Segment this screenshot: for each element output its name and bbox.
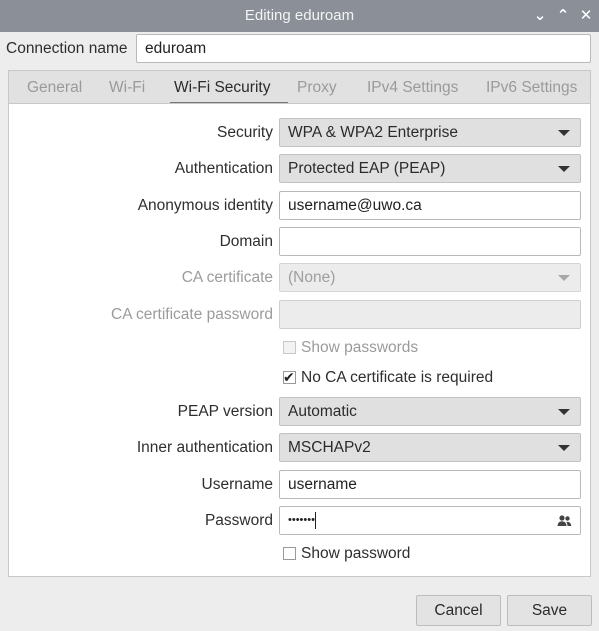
domain-input[interactable] [279,227,581,256]
connection-name-input[interactable]: eduroam [136,34,591,63]
title-bar: Editing eduroam ⌄ ⌃ ✕ [0,0,599,32]
peap-version-label: PEAP version [177,403,273,420]
text-cursor [314,511,316,529]
minimize-icon[interactable]: ⌄ [530,6,550,26]
ca-certificate-label: CA certificate [181,269,273,286]
authentication-label: Authentication [174,160,273,177]
inner-authentication-select[interactable]: MSCHAPv2 [279,433,581,462]
domain-label: Domain [219,233,273,250]
dropdown-arrow-icon [558,130,570,136]
show-passwords-label: Show passwords [301,339,419,356]
ca-certificate-password-input [279,300,581,329]
security-value: WPA & WPA2 Enterprise [288,124,458,141]
no-ca-required-label[interactable]: No CA certificate is required [301,369,493,387]
security-label: Security [217,124,273,141]
peap-version-select[interactable]: Automatic [279,397,581,426]
close-icon[interactable]: ✕ [576,6,596,26]
dropdown-arrow-icon [558,166,570,172]
no-ca-required-checkbox[interactable]: ✔ [283,369,296,385]
anonymous-identity-label: Anonymous identity [137,197,273,214]
tab-wifi-security[interactable]: Wi-Fi Security [174,79,270,97]
tab-bar: General Wi-Fi Wi-Fi Security Proxy IPv4 … [8,70,591,104]
security-select[interactable]: WPA & WPA2 Enterprise [279,118,581,147]
password-value: ••••••• [288,514,315,526]
anonymous-identity-input[interactable]: username@uwo.ca [279,191,581,220]
ca-certificate-select: (None) [279,263,581,292]
cancel-button[interactable]: Cancel [416,595,501,626]
tab-ipv4-settings[interactable]: IPv4 Settings [367,79,458,97]
dropdown-arrow-icon [558,275,570,281]
tab-ipv6-settings[interactable]: IPv6 Settings [486,79,577,97]
username-input[interactable]: username [279,470,581,499]
dropdown-arrow-icon [558,409,570,415]
dropdown-arrow-icon [558,445,570,451]
password-input[interactable]: ••••••• [279,506,581,535]
window-title: Editing eduroam [244,7,355,24]
users-icon[interactable] [557,514,572,527]
tab-wifi[interactable]: Wi-Fi [109,79,145,97]
tab-general[interactable]: General [27,79,82,97]
tab-proxy[interactable]: Proxy [297,79,337,97]
password-label: Password [204,512,273,529]
inner-authentication-label: Inner authentication [136,439,273,456]
ca-certificate-password-label: CA certificate password [111,306,273,323]
ca-certificate-value: (None) [288,269,336,286]
connection-name-label: Connection name [6,40,128,57]
show-passwords-checkbox [283,341,296,354]
authentication-value: Protected EAP (PEAP) [288,160,446,177]
show-password-label[interactable]: Show password [301,545,410,563]
username-label: Username [201,476,274,493]
show-password-checkbox[interactable] [283,547,296,560]
save-button[interactable]: Save [507,595,592,626]
checkmark-icon: ✔ [283,369,295,385]
peap-version-value: Automatic [288,403,357,420]
inner-authentication-value: MSCHAPv2 [288,439,371,456]
maximize-icon[interactable]: ⌃ [553,6,573,26]
authentication-select[interactable]: Protected EAP (PEAP) [279,154,581,183]
